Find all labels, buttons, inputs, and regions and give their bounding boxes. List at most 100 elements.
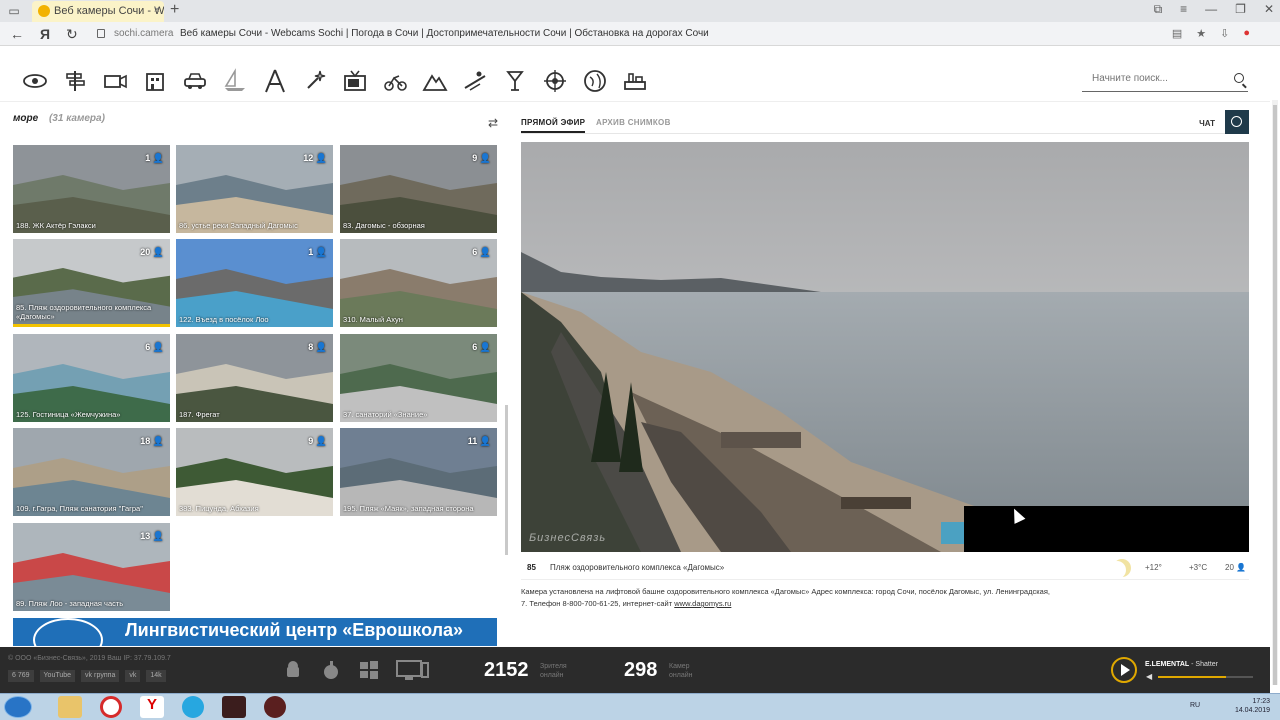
menu-icon[interactable]: ≡ (1180, 2, 1187, 17)
restore-icon[interactable]: ❐ (1235, 2, 1246, 17)
social-badge[interactable]: vk (125, 670, 141, 682)
camera-watermark: БизнесСвязь (529, 532, 607, 544)
online-viewers-count: 2152 (484, 659, 529, 681)
social-badge[interactable]: 6 769 (8, 670, 34, 682)
start-button[interactable] (4, 696, 32, 718)
thumbnail-caption: 83. Дагомыс - обзорная (343, 221, 425, 230)
car-icon[interactable] (182, 68, 208, 94)
viewer-count-value: 20 (1225, 563, 1234, 572)
camera-list-scrollbar[interactable] (505, 405, 508, 555)
thumbnail-viewers: 6 👤 (145, 342, 164, 352)
close-window-icon[interactable]: ✕ (1264, 2, 1274, 17)
tabs-menu-icon[interactable]: ▭ (6, 3, 22, 19)
camera-thumbnail[interactable]: 9 👤 83. Дагомыс - обзорная (340, 145, 497, 233)
camera-thumbnail[interactable]: 18 👤 109. г.Гагра, Пляж санатория "Гагра" (13, 428, 170, 516)
page-scrollbar[interactable] (1272, 100, 1278, 685)
building-icon[interactable] (142, 68, 168, 94)
profile-icon[interactable]: ● (1243, 27, 1250, 40)
camera-thumbnail[interactable]: 13 👤 89. Пляж Лоо - западная часть (13, 523, 170, 611)
explorer-icon[interactable] (58, 696, 82, 718)
social-badge[interactable]: vk группа (81, 670, 120, 682)
camera-thumbnail[interactable]: 8 👤 187. Фрегат (176, 334, 333, 422)
desktop-icon[interactable] (396, 659, 430, 681)
bookmark-icon[interactable]: ★ (1196, 27, 1206, 40)
windows-icon[interactable] (358, 659, 380, 681)
tab-live[interactable]: ПРЯМОЙ ЭФИР (521, 118, 586, 133)
description-line-2: 7. Телефон 8-800-700-61-25, интернет-сай… (521, 599, 673, 608)
tab-title: Веб камеры Сочи - Web (54, 5, 164, 17)
apple-icon[interactable] (320, 659, 342, 681)
boat-icon[interactable] (222, 68, 248, 94)
port-icon[interactable] (622, 68, 648, 94)
reload-button[interactable]: ↻ (66, 26, 78, 43)
camera-thumbnail[interactable]: 12 👤 86. устье реки Западный Дагомыс (176, 145, 333, 233)
globe-icon[interactable] (582, 68, 608, 94)
lock-icon (97, 29, 105, 38)
opera-icon[interactable] (100, 696, 122, 718)
radio-play-button[interactable] (1111, 657, 1137, 683)
skype-icon[interactable] (182, 696, 204, 718)
search-input[interactable] (1082, 68, 1222, 89)
volume-icon[interactable]: ◀ (1146, 672, 1152, 681)
social-badge[interactable]: YouTube (39, 670, 76, 682)
viewers-label-1: Зрителя (540, 663, 567, 670)
thumbnail-caption: 125. Гостиница «Жемчужина» (16, 410, 121, 419)
eye-icon[interactable] (22, 68, 48, 94)
tv-icon[interactable] (342, 68, 368, 94)
thumbnail-caption: 109. г.Гагра, Пляж санатория "Гагра" (16, 504, 143, 513)
thumbnail-viewers: 13 👤 (140, 531, 164, 541)
camera-thumbnail[interactable]: 6 👤 125. Гостиница «Жемчужина» (13, 334, 170, 422)
clock[interactable]: 17:23 14.04.2019 (1235, 697, 1270, 715)
app-icon[interactable] (222, 696, 246, 718)
thumbnail-viewers: 20 👤 (140, 247, 164, 257)
reader-icon[interactable]: ▤ (1172, 27, 1182, 40)
download-icon[interactable]: ⇩ (1220, 27, 1229, 40)
minimize-icon[interactable]: — (1205, 2, 1217, 17)
clock-time: 17:23 (1252, 698, 1270, 705)
website-link[interactable]: www.dagomys.ru (674, 599, 731, 608)
yandex-button[interactable]: Я (40, 26, 50, 42)
tower-icon[interactable] (262, 68, 288, 94)
search-icon[interactable] (1234, 73, 1244, 83)
camera-thumbnail[interactable]: 1 👤 122. Въезд в посёлок Лоо (176, 239, 333, 327)
yandex-app-icon[interactable] (264, 696, 286, 718)
social-badge[interactable]: 14k (146, 670, 166, 682)
signpost-icon[interactable] (62, 68, 88, 94)
tab-archive[interactable]: АРХИВ СНИМКОВ (596, 118, 671, 127)
tab-close-icon[interactable]: × (154, 4, 160, 16)
browser-tab[interactable]: Веб камеры Сочи - Web × (32, 1, 164, 22)
sparkle-icon[interactable] (302, 68, 328, 94)
shuffle-icon[interactable]: ⇄ (488, 116, 498, 130)
camera-thumbnail[interactable]: 1 👤 188. ЖК Актёр Гэлакси (13, 145, 170, 233)
live-camera-view[interactable]: БизнесСвязь (521, 142, 1249, 552)
language-indicator[interactable]: RU (1190, 702, 1200, 709)
camera-info-bar: 85 Пляж оздоровительного комплекса «Даго… (521, 556, 1249, 580)
bike-icon[interactable] (382, 68, 408, 94)
thumbnail-viewers: 1 👤 (308, 247, 327, 257)
camera-icon[interactable] (102, 68, 128, 94)
mountain-icon[interactable] (422, 68, 448, 94)
volume-slider[interactable] (1158, 676, 1253, 678)
bookmarks-icon[interactable]: ⧉ (1154, 2, 1163, 17)
camera-thumbnail[interactable]: 20 👤 85. Пляж оздоровительного комплекса … (13, 239, 170, 327)
target-icon[interactable] (542, 68, 568, 94)
thumbnail-caption: 37. санаторий «Знание» (343, 410, 428, 419)
url-text[interactable]: sochi.camera (114, 28, 173, 39)
glass-icon[interactable] (502, 68, 528, 94)
android-icon[interactable] (282, 659, 304, 681)
page-title[interactable]: Веб камеры Сочи - Webcams Sochi | Погода… (180, 28, 709, 39)
yandex-browser-icon[interactable]: Y (140, 696, 164, 718)
camera-thumbnail[interactable]: 11 👤 195. Пляж «Маяк», западная сторона (340, 428, 497, 516)
ski-icon[interactable] (462, 68, 488, 94)
new-tab-button[interactable]: + (170, 1, 179, 19)
back-button[interactable]: ← (10, 26, 24, 42)
camera-thumbnail[interactable]: 9 👤 383. Пицунда, Абхазия (176, 428, 333, 516)
page-scrollbar-thumb[interactable] (1273, 105, 1277, 685)
chat-button[interactable] (1225, 110, 1249, 134)
chat-label[interactable]: ЧАТ (1199, 119, 1215, 128)
camera-thumbnail[interactable]: 6 👤 310. Малый Ахун (340, 239, 497, 327)
ad-banner[interactable]: Лингвистический центр «Еврошкола» (13, 618, 497, 646)
windows-taskbar: Y RU 17:23 14.04.2019 (0, 693, 1280, 720)
camera-thumbnail[interactable]: 6 👤 37. санаторий «Знание» (340, 334, 497, 422)
volume-level (1158, 676, 1227, 678)
